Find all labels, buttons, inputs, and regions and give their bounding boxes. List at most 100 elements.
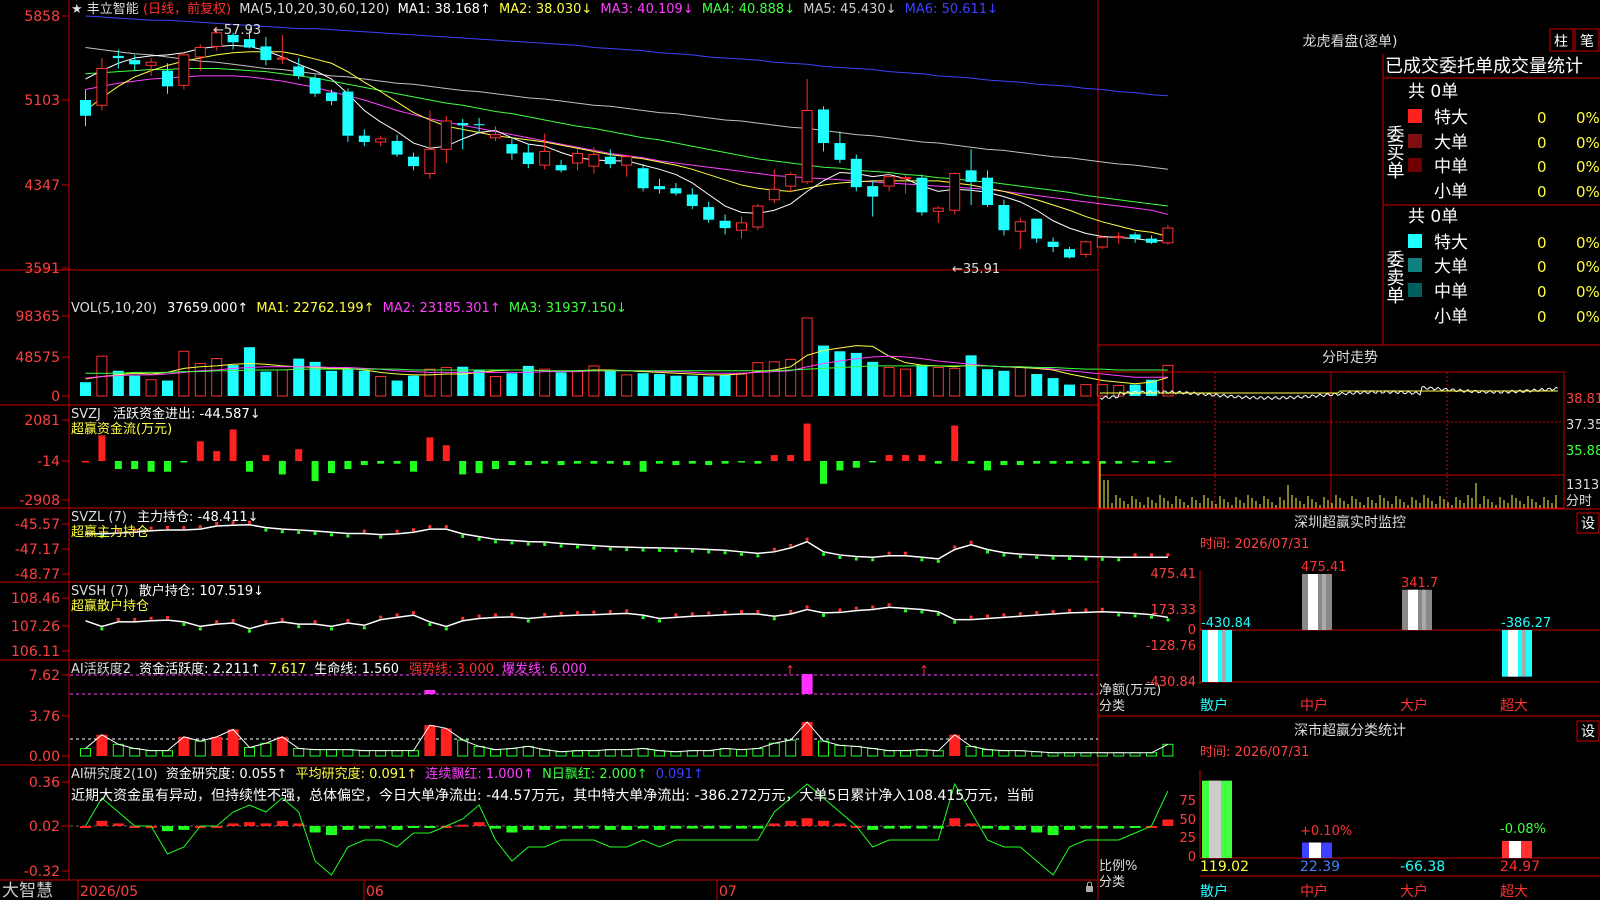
candle	[883, 173, 895, 192]
sz-monitor-title: 深圳超赢实时监控	[1294, 514, 1406, 531]
fund-flow-bar	[459, 461, 467, 475]
change-dot	[772, 617, 776, 621]
research-bar	[900, 826, 911, 829]
activity-bar	[129, 748, 141, 757]
change-dot	[707, 611, 711, 615]
change-dot	[1068, 608, 1071, 612]
candle-body	[621, 156, 633, 166]
svg-text:22.39: 22.39	[1300, 859, 1340, 875]
svg-text:-128.76: -128.76	[1146, 639, 1196, 654]
row-pct: 0%	[1576, 283, 1600, 301]
star-icon: ★	[71, 2, 83, 17]
activity-bar	[358, 750, 370, 757]
class-bar-highlight	[1309, 842, 1321, 858]
change-dot	[280, 617, 284, 621]
candle-body	[768, 188, 780, 201]
fund-flow-bar	[164, 461, 171, 472]
activity-bar-outline	[818, 740, 829, 757]
change-dot	[641, 616, 645, 620]
candle-body	[637, 168, 649, 189]
volume-bar	[1129, 384, 1141, 396]
lock-icon	[1086, 881, 1093, 892]
research-bar	[555, 826, 567, 829]
research-bar	[834, 823, 846, 826]
change-dot	[1051, 610, 1055, 614]
candle	[801, 79, 813, 184]
svg-text:超大: 超大	[1500, 698, 1528, 714]
research-bar	[736, 826, 747, 829]
intraday-title: 分时走势	[1322, 350, 1378, 366]
candle	[965, 149, 977, 205]
activity-bar-outline	[703, 750, 715, 757]
change-dot	[1068, 557, 1071, 561]
candle	[1031, 218, 1043, 243]
activity-bar	[916, 749, 928, 757]
sz-class-settings-button[interactable]: 设	[1576, 720, 1600, 742]
candle	[391, 134, 403, 157]
svg-text:散户: 散户	[1200, 697, 1228, 714]
candle-body	[785, 174, 797, 187]
pen-mode-button[interactable]: 笔	[1574, 28, 1600, 52]
volume-bar	[1080, 384, 1092, 397]
candle	[998, 199, 1010, 236]
volume-bar	[506, 373, 518, 396]
candle	[309, 74, 321, 97]
svg-text:1313: 1313	[1566, 478, 1599, 493]
research-bar	[1014, 826, 1026, 830]
ma1-value: MA1: 38.168↑	[398, 2, 491, 17]
sz-monitor-settings-button[interactable]: 设	[1576, 512, 1600, 534]
change-dot	[330, 533, 333, 537]
activity-bar-outline	[785, 739, 797, 757]
candle-body	[260, 46, 272, 61]
activity-bar-outline	[342, 749, 354, 757]
row-count: 0	[1537, 234, 1547, 252]
svg-text:35.88: 35.88	[1566, 444, 1600, 459]
research-bar	[1129, 826, 1141, 828]
ai-active-tick: 0.00	[29, 749, 60, 765]
volume-bar	[818, 345, 829, 396]
fund-flow-bar	[770, 455, 778, 461]
candle	[1096, 235, 1108, 250]
candle	[342, 88, 354, 142]
monitor-bar-stripe	[1422, 589, 1426, 630]
up-arrow-icon: ↑	[919, 663, 929, 677]
activity-bar	[506, 748, 518, 757]
activity-bar	[703, 750, 715, 757]
activity-bar	[260, 742, 272, 757]
candle	[490, 126, 501, 141]
volume-bar	[162, 380, 173, 396]
fund-flow-bar	[869, 461, 877, 463]
candle-body	[818, 109, 829, 144]
change-dot	[444, 525, 448, 529]
change-dot	[953, 545, 957, 549]
volume-bar	[654, 374, 665, 396]
ai-research-tick: -0.32	[24, 864, 60, 880]
candle-body	[900, 177, 911, 180]
change-dot	[428, 525, 432, 529]
activity-bar	[654, 750, 665, 757]
activity-bar	[80, 748, 91, 757]
change-dot	[379, 615, 383, 619]
volume-bar	[408, 375, 419, 396]
candle	[1064, 247, 1075, 259]
sz-class-time: 时间: 2026/07/31	[1200, 745, 1309, 760]
volume-bar	[686, 375, 698, 396]
volume-bar	[932, 367, 944, 397]
change-dot	[608, 610, 612, 614]
activity-bar-outline	[490, 749, 501, 757]
bar-mode-button[interactable]: 柱	[1549, 28, 1574, 52]
fund-flow-bar	[934, 461, 942, 464]
color-swatch	[1408, 258, 1422, 272]
candle-body	[358, 135, 370, 142]
ai-active-tick: 3.76	[29, 709, 60, 725]
volume-bar	[637, 373, 649, 396]
change-dot	[346, 534, 350, 538]
volume-bar	[457, 366, 469, 396]
ma6-value: MA6: 50.611↓	[905, 2, 998, 17]
volume-bar	[949, 367, 961, 397]
change-dot	[395, 529, 399, 533]
change-dot	[461, 534, 465, 538]
fund-flow-bar	[967, 461, 975, 464]
ai-research-tick: 0.02	[29, 819, 60, 835]
volume-bar	[391, 380, 403, 396]
